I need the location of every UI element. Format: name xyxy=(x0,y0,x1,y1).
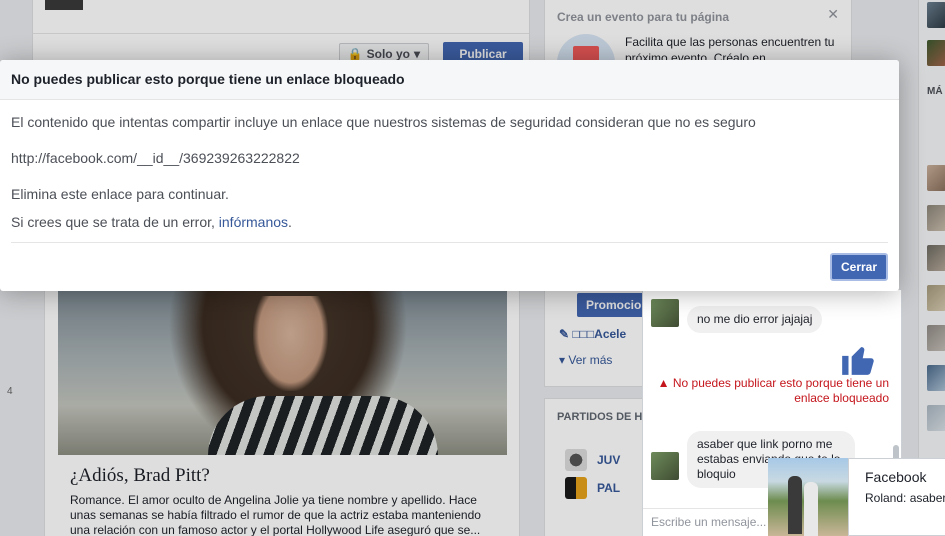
close-button[interactable]: Cerrar xyxy=(830,253,888,281)
blocked-link-dialog: No puedes publicar esto porque tiene un … xyxy=(0,60,899,291)
chat-error-text: No puedes publicar esto porque tiene un … xyxy=(672,376,889,405)
blocked-url: http://facebook.com/__id__/3692392632228… xyxy=(11,150,300,166)
dialog-body: El contenido que intentas compartir incl… xyxy=(0,100,899,231)
chat-error-message: ▲ No puedes publicar esto porque tiene u… xyxy=(653,376,889,406)
dialog-footer-divider xyxy=(11,242,888,243)
notification-toast[interactable]: Facebook Roland: asaber enviando que te xyxy=(848,458,945,536)
report-error-prefix: Si crees que se trata de un error, xyxy=(11,214,219,230)
avatar[interactable] xyxy=(651,299,679,327)
report-error-line: Si crees que se trata de un error, infór… xyxy=(11,213,888,231)
dialog-header: No puedes publicar esto porque tiene un … xyxy=(0,60,899,100)
notification-title: Facebook xyxy=(865,469,927,485)
remove-link-instruction: Elimina este enlace para continuar. xyxy=(11,186,229,202)
dialog-message: El contenido que intentas compartir incl… xyxy=(11,114,756,130)
like-icon[interactable] xyxy=(839,340,877,378)
report-error-suffix: . xyxy=(288,214,292,230)
notification-photo[interactable] xyxy=(768,458,848,536)
report-error-link[interactable]: infórmanos xyxy=(219,214,288,230)
avatar[interactable] xyxy=(651,452,679,480)
warning-icon: ▲ xyxy=(657,376,670,390)
dialog-title: No puedes publicar esto porque tiene un … xyxy=(11,71,405,87)
chat-message: no me dio error jajajaj xyxy=(687,306,823,333)
notification-message: Roland: asaber enviando que te xyxy=(865,491,945,505)
